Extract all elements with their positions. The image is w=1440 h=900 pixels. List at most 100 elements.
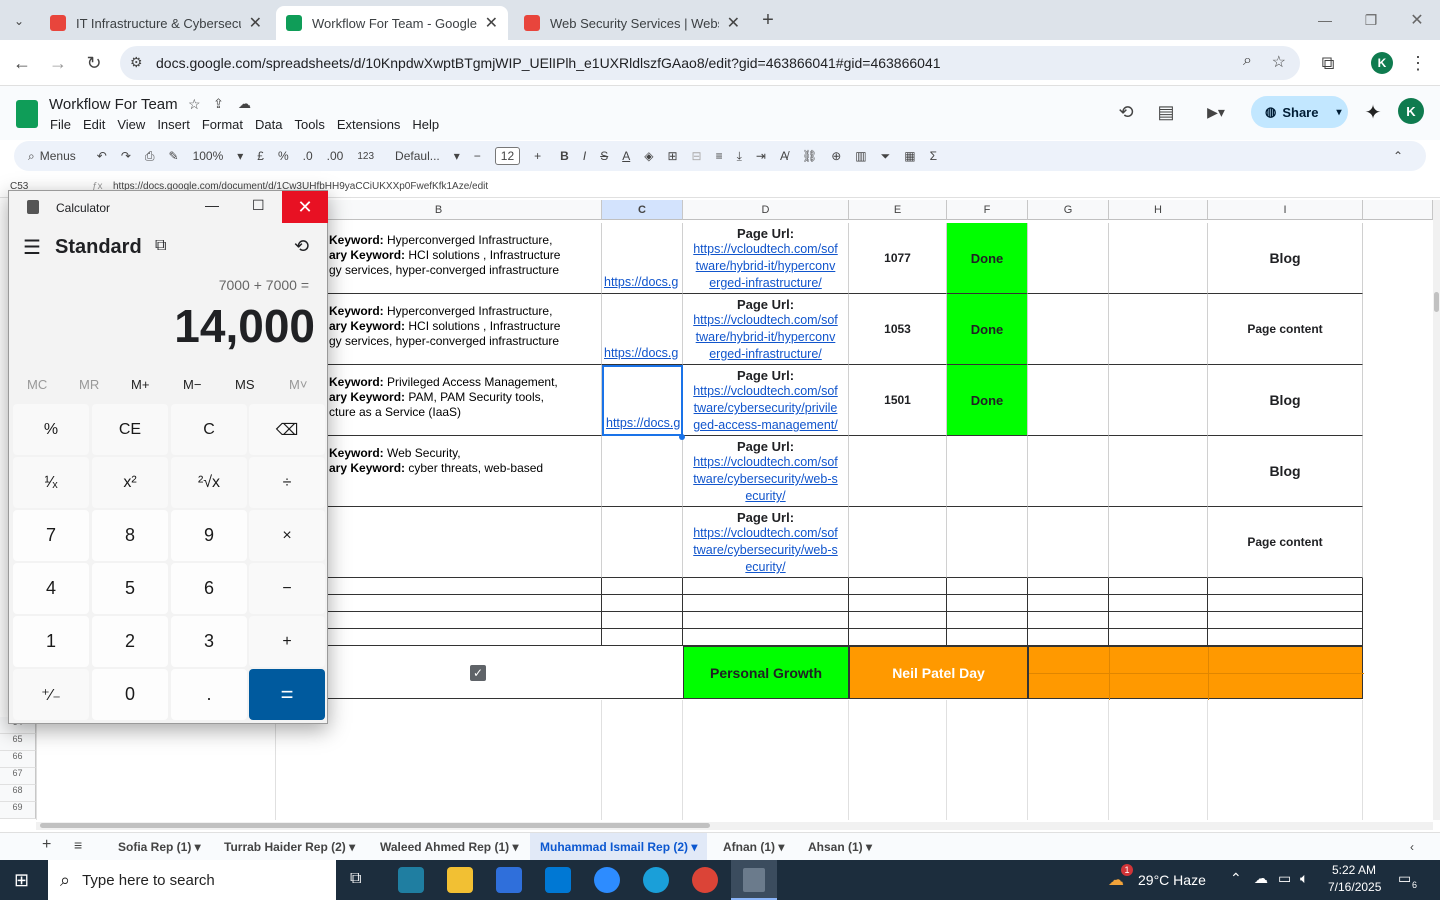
divide-button[interactable]: ÷ [249,457,325,508]
notifications-icon[interactable]: ▭ [1398,870,1411,887]
add-sheet-icon[interactable]: + [42,836,51,854]
cell-i[interactable]: Blog [1208,223,1363,294]
chevron-down-icon[interactable]: ▾ [237,149,243,163]
windows-start-icon[interactable]: ⊞ [14,870,29,891]
cell-c[interactable] [602,436,683,507]
decrease-font-size-icon[interactable]: − [474,149,481,163]
collapse-toolbar-icon[interactable]: ⌃ [1393,149,1403,163]
menu-format[interactable]: Format [202,117,243,132]
page-url-link[interactable]: https://vcloudtech.com/sof [683,525,848,542]
cell-f[interactable] [947,507,1028,578]
column-header-c[interactable]: C [602,200,683,220]
show-hidden-icons-icon[interactable]: ⌃ [1230,870,1242,887]
horizontal-scrollbar[interactable] [36,822,1433,830]
comments-icon[interactable]: ▤ [1154,100,1178,124]
strikethrough-icon[interactable]: S [600,149,608,163]
cell-e[interactable]: 1077 [849,223,947,294]
text-wrap-icon[interactable]: ⇥ [756,149,766,163]
insert-chart-icon[interactable]: ▥ [855,149,866,163]
page-url-link[interactable]: ecurity/ [683,559,848,576]
store-icon[interactable] [496,867,522,893]
four-button[interactable]: 4 [13,563,89,614]
italic-icon[interactable]: I [583,149,586,163]
page-url-link[interactable]: erged-infrastructure/ [683,346,848,363]
close-tab-icon[interactable]: ✕ [727,13,740,33]
borders-icon[interactable]: ⊞ [667,149,677,163]
extensions-icon[interactable]: ⧉ [1316,52,1340,74]
reload-icon[interactable]: ↻ [82,52,106,74]
row-number[interactable]: 66 [0,751,36,768]
menu-help[interactable]: Help [412,117,439,132]
cell-e[interactable] [849,436,947,507]
menu-insert[interactable]: Insert [157,117,190,132]
network-icon[interactable]: ▭ [1278,870,1291,887]
cell-i[interactable]: Page content [1208,507,1363,578]
close-tab-icon[interactable]: ✕ [249,13,262,33]
browser-tab-workflow[interactable]: Workflow For Team - Google Sh ✕ [276,6,508,40]
backspace-button[interactable]: ⌫ [249,404,325,455]
three-button[interactable]: 3 [171,616,247,667]
insert-link-icon[interactable]: ⛓ [802,149,817,163]
cell-h[interactable] [1109,436,1208,507]
menu-extensions[interactable]: Extensions [337,117,401,132]
cell-e[interactable] [849,507,947,578]
reciprocal-button[interactable]: ¹⁄ₓ [13,457,89,508]
clock-time[interactable]: 5:22 AM [1332,863,1376,877]
cell-g[interactable] [1028,294,1109,365]
sheet-tab[interactable]: Afnan (1) ▾ [723,840,784,854]
column-header-g[interactable]: G [1028,200,1109,220]
increase-decimal-button[interactable]: .00 [327,149,344,163]
memory-subtract-button[interactable]: M− [183,377,201,392]
volume-icon[interactable]: 🔈︎ [1300,870,1308,887]
zoom-app-icon[interactable] [594,867,620,893]
equals-button[interactable]: = [249,669,325,720]
seven-button[interactable]: 7 [13,510,89,561]
cloud-status-icon[interactable]: ☁ [238,96,251,112]
cell-c[interactable] [602,507,683,578]
checkbox-checked-icon[interactable]: ✓ [470,665,486,681]
zoom-select[interactable]: 100% [193,149,224,163]
cloud-icon[interactable]: ☁ [1254,870,1268,887]
one-button[interactable]: 1 [13,616,89,667]
page-url-link[interactable]: ecurity/ [683,488,848,505]
page-url-link[interactable]: https://vcloudtech.com/sof [683,454,848,471]
cell-g[interactable] [1028,436,1109,507]
chrome-icon[interactable] [692,867,718,893]
version-history-icon[interactable]: ⟲ [1114,100,1138,124]
cell-d[interactable]: Page Url: https://vcloudtech.com/sof tware… [683,294,849,365]
menu-file[interactable]: File [50,117,71,132]
meet-icon[interactable]: ▶▾ [1196,100,1236,124]
task-view-icon[interactable]: ⧉ [350,870,361,888]
cell-g[interactable] [1028,365,1109,436]
subtract-button[interactable]: − [249,563,325,614]
file-explorer-icon[interactable] [447,867,473,893]
cell-e[interactable]: 1053 [849,294,947,365]
zoom-icon[interactable]: ⌕ [1243,52,1252,70]
calculator-titlebar[interactable]: Calculator — ☐ ✕ [9,191,328,225]
negate-button[interactable]: ⁺⁄₋ [13,669,89,720]
document-title[interactable]: Workflow For Team [49,96,178,113]
status-done-cell[interactable]: Done [947,365,1028,436]
menu-data[interactable]: Data [255,117,282,132]
menus-search-icon[interactable]: ⌕ [28,149,35,164]
column-header-e[interactable]: E [849,200,947,220]
memory-clear-button[interactable]: MC [27,377,47,392]
filter-icon[interactable]: ⏷ [881,149,891,164]
status-done-cell[interactable]: Done [947,223,1028,294]
column-header-f[interactable]: F [947,200,1028,220]
column-header-h[interactable]: H [1109,200,1208,220]
doc-link[interactable]: https://docs.g [604,345,678,362]
cell-g[interactable] [1028,223,1109,294]
undo-icon[interactable]: ↶ [97,149,107,163]
cell-h[interactable] [1109,507,1208,578]
keep-on-top-icon[interactable]: ⧉ [155,237,166,255]
font-select[interactable]: Defaul... [395,149,440,163]
gemini-icon[interactable]: ✦ [1361,100,1385,124]
weather-text[interactable]: 29°C Haze [1138,872,1206,888]
decrease-decimal-button[interactable]: .0 [303,149,313,163]
page-url-link[interactable]: https://vcloudtech.com/sof [683,383,848,400]
edge-icon[interactable] [643,867,669,893]
status-done-cell[interactable]: Done [947,294,1028,365]
cell-d[interactable]: Page Url: https://vcloudtech.com/sof tware… [683,365,849,436]
print-icon[interactable]: ⎙ [145,149,155,164]
